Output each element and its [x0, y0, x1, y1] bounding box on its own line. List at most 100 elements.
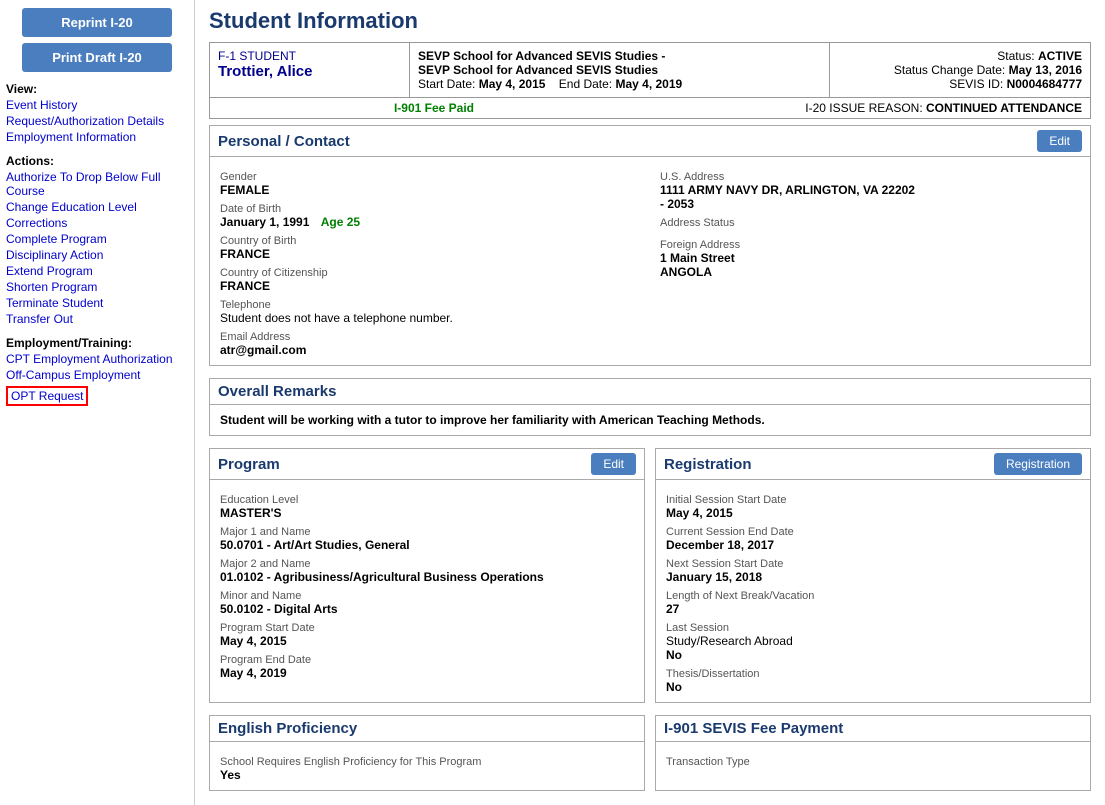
english-proficiency-title: English Proficiency: [218, 720, 357, 737]
thesis-label: Thesis/Dissertation: [666, 668, 1080, 680]
curr-session-value: December 18, 2017: [666, 538, 1080, 552]
sidebar: Reprint I-20 Print Draft I-20 View: Even…: [0, 0, 195, 805]
sevis-id: N0004684777: [1007, 77, 1082, 91]
next-session-value: January 15, 2018: [666, 570, 1080, 584]
sevis-id-line: SEVIS ID: N0004684777: [838, 77, 1082, 91]
gender-label: Gender: [220, 171, 640, 183]
personal-contact-title: Personal / Contact: [218, 133, 350, 150]
telephone-label: Telephone: [220, 299, 640, 311]
sidebar-item-request-auth[interactable]: Request/Authorization Details: [6, 114, 188, 128]
us-address-status-label: Address Status: [660, 217, 1080, 229]
us-address-line2: - 2053: [660, 197, 1080, 211]
us-address-line1: 1111 ARMY NAVY DR, ARLINGTON, VA 22202: [660, 183, 1080, 197]
sidebar-item-terminate[interactable]: Terminate Student: [6, 296, 188, 310]
cob-value: FRANCE: [220, 247, 640, 261]
sidebar-item-shorten[interactable]: Shorten Program: [6, 280, 188, 294]
coc-value: FRANCE: [220, 279, 640, 293]
sidebar-item-corrections[interactable]: Corrections: [6, 216, 188, 230]
status-change-date: May 13, 2016: [1009, 63, 1082, 77]
sidebar-item-cpt[interactable]: CPT Employment Authorization: [6, 352, 188, 366]
school-line1: SEVP School for Advanced SEVIS Studies -: [418, 49, 821, 63]
student-name: Trottier, Alice: [218, 63, 401, 80]
personal-contact-edit-button[interactable]: Edit: [1037, 130, 1082, 152]
major1-label: Major 1 and Name: [220, 526, 634, 538]
reprint-i20-button[interactable]: Reprint I-20: [22, 8, 172, 37]
foreign-address-line1: 1 Main Street: [660, 251, 1080, 265]
personal-contact-section: Personal / Contact Edit Gender FEMALE Da…: [209, 125, 1091, 366]
sidebar-item-off-campus[interactable]: Off-Campus Employment: [6, 368, 188, 382]
prog-start-value: May 4, 2015: [220, 634, 634, 648]
bottom-row: English Proficiency School Requires Engl…: [209, 715, 1091, 791]
email-value: atr@gmail.com: [220, 343, 640, 357]
foreign-address-line2: ANGOLA: [660, 265, 1080, 279]
english-proficiency-section: English Proficiency School Requires Engl…: [209, 715, 645, 791]
sidebar-item-extend[interactable]: Extend Program: [6, 264, 188, 278]
foreign-address-label: Foreign Address: [660, 239, 1080, 251]
school-line2: SEVP School for Advanced SEVIS Studies: [418, 63, 821, 77]
major2-value: 01.0102 - Agribusiness/Agricultural Busi…: [220, 570, 634, 584]
break-value: 27: [666, 602, 1080, 616]
init-session-value: May 4, 2015: [666, 506, 1080, 520]
dob-label: Date of Birth: [220, 203, 640, 215]
sidebar-item-disciplinary[interactable]: Disciplinary Action: [6, 248, 188, 262]
prog-end-label: Program End Date: [220, 654, 634, 666]
sidebar-item-employment[interactable]: Employment Information: [6, 130, 188, 144]
edu-level-label: Education Level: [220, 494, 634, 506]
sevis-fee-section: I-901 SEVIS Fee Payment Transaction Type: [655, 715, 1091, 791]
major1-value: 50.0701 - Art/Art Studies, General: [220, 538, 634, 552]
prog-start-label: Program Start Date: [220, 622, 634, 634]
sidebar-item-opt-request[interactable]: OPT Request: [6, 386, 88, 406]
page-title: Student Information: [209, 8, 1091, 34]
sevis-label: SEVIS ID:: [949, 77, 1003, 91]
status-line: Status: ACTIVE: [838, 49, 1082, 63]
actions-label: Actions:: [6, 154, 188, 168]
init-session-label: Initial Session Start Date: [666, 494, 1080, 506]
telephone-value: Student does not have a telephone number…: [220, 311, 640, 325]
sevis-fee-title: I-901 SEVIS Fee Payment: [664, 720, 843, 737]
end-date: May 4, 2019: [615, 77, 682, 91]
sidebar-item-authorize[interactable]: Authorize To Drop Below Full Course: [6, 170, 188, 198]
age-badge: Age 25: [321, 215, 360, 229]
employment-label: Employment/Training:: [6, 336, 188, 350]
program-section: Program Edit Education Level MASTER'S Ma…: [209, 448, 645, 703]
gender-value: FEMALE: [220, 183, 640, 197]
minor-label: Minor and Name: [220, 590, 634, 602]
eng-req-label: School Requires English Proficiency for …: [220, 756, 634, 768]
sidebar-item-complete[interactable]: Complete Program: [6, 232, 188, 246]
issue-reason: I-20 ISSUE REASON: CONTINUED ATTENDANCE: [650, 101, 1082, 115]
start-date: May 4, 2015: [479, 77, 546, 91]
view-label: View:: [6, 82, 188, 96]
edu-level-value: MASTER'S: [220, 506, 634, 520]
cob-label: Country of Birth: [220, 235, 640, 247]
dob-value: January 1, 1991 Age 25: [220, 215, 640, 229]
last-session-no: No: [666, 648, 1080, 662]
program-dates: Start Date: May 4, 2015 End Date: May 4,…: [418, 77, 821, 91]
status-change-line: Status Change Date: May 13, 2016: [838, 63, 1082, 77]
last-session-label: Last Session: [666, 622, 1080, 634]
program-title: Program: [218, 456, 280, 473]
thesis-value: No: [666, 680, 1080, 694]
print-draft-button[interactable]: Print Draft I-20: [22, 43, 172, 72]
minor-value: 50.0102 - Digital Arts: [220, 602, 634, 616]
status-value: ACTIVE: [1038, 49, 1082, 63]
main-content: Student Information F-1 STUDENT Trottier…: [195, 0, 1105, 805]
issue-reason-value: CONTINUED ATTENDANCE: [926, 101, 1082, 115]
program-edit-button[interactable]: Edit: [591, 453, 636, 475]
start-date-label: Start Date:: [418, 77, 475, 91]
issue-reason-label: I-20 ISSUE REASON:: [805, 101, 922, 115]
sidebar-item-transfer[interactable]: Transfer Out: [6, 312, 188, 326]
registration-button[interactable]: Registration: [994, 453, 1082, 475]
fee-paid: I-901 Fee Paid: [218, 101, 650, 115]
curr-session-label: Current Session End Date: [666, 526, 1080, 538]
remarks-text: Student will be working with a tutor to …: [220, 413, 1080, 427]
prog-end-value: May 4, 2019: [220, 666, 634, 680]
end-date-label: End Date:: [559, 77, 612, 91]
us-address-label: U.S. Address: [660, 171, 1080, 183]
eng-req-value: Yes: [220, 768, 634, 782]
status-label: Status:: [997, 49, 1034, 63]
student-header: F-1 STUDENT Trottier, Alice SEVP School …: [209, 42, 1091, 119]
registration-section: Registration Registration Initial Sessio…: [655, 448, 1091, 703]
sidebar-item-change-edu[interactable]: Change Education Level: [6, 200, 188, 214]
break-label: Length of Next Break/Vacation: [666, 590, 1080, 602]
sidebar-item-event-history[interactable]: Event History: [6, 98, 188, 112]
